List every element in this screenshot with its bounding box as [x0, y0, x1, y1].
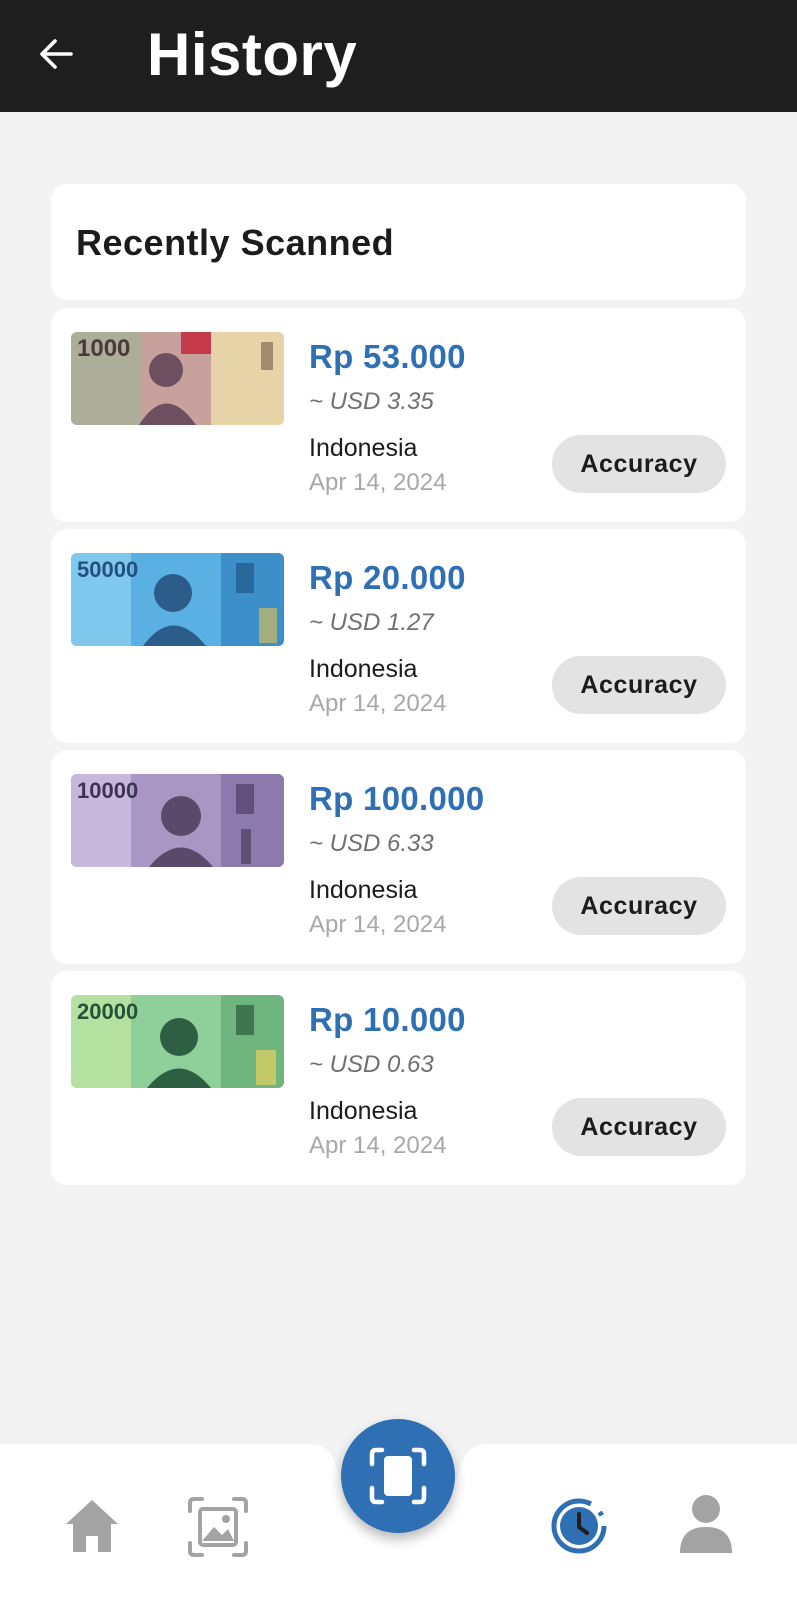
profile-icon	[680, 1495, 732, 1553]
scan-date: Apr 14, 2024	[309, 469, 447, 496]
note-denomination: 10000	[77, 778, 138, 803]
scan-date: Apr 14, 2024	[309, 690, 447, 717]
nav-gallery[interactable]	[185, 1494, 251, 1560]
banknote-image: 20000	[71, 995, 284, 1088]
note-denomination: 1000	[77, 335, 130, 362]
usd-amount: ~ USD 0.63	[309, 1051, 434, 1078]
scan-icon	[369, 1447, 427, 1505]
country-label: Indonesia	[309, 434, 418, 462]
history-item[interactable]: 1000 Rp 53.000 ~ USD 3.35 Indonesia Apr …	[51, 308, 746, 522]
converted-amount: Rp 20.000	[309, 559, 466, 596]
note-denomination: 20000	[77, 999, 138, 1024]
accuracy-button[interactable]: Accuracy	[552, 877, 726, 935]
back-button[interactable]	[34, 32, 78, 76]
accuracy-button[interactable]: Accuracy	[552, 435, 726, 493]
converted-amount: Rp 10.000	[309, 1001, 466, 1038]
history-item[interactable]: 20000 Rp 10.000 ~ USD 0.63 Indonesia Apr…	[51, 971, 746, 1185]
usd-amount: ~ USD 6.33	[309, 830, 434, 857]
history-icon	[551, 1498, 607, 1554]
scan-date: Apr 14, 2024	[309, 911, 447, 938]
scan-button[interactable]	[341, 1419, 455, 1533]
nav-history[interactable]	[547, 1494, 611, 1558]
country-label: Indonesia	[309, 876, 418, 904]
usd-amount: ~ USD 3.35	[309, 388, 434, 415]
banknote-image: 50000	[71, 553, 284, 646]
arrow-left-icon	[40, 39, 73, 69]
home-icon	[66, 1500, 118, 1552]
banknote-image: 10000	[71, 774, 284, 867]
accuracy-button[interactable]: Accuracy	[552, 656, 726, 714]
section-title: Recently Scanned	[76, 222, 395, 263]
converted-amount: Rp 53.000	[309, 338, 466, 375]
history-item[interactable]: 10000 Rp 100.000 ~ USD 6.33 Indonesia Ap…	[51, 750, 746, 964]
banknote-image: 1000	[71, 332, 284, 425]
history-item[interactable]: 50000 Rp 20.000 ~ USD 1.27 Indonesia Apr…	[51, 529, 746, 743]
scan-date: Apr 14, 2024	[309, 1132, 447, 1159]
gallery-icon	[188, 1497, 248, 1557]
usd-amount: ~ USD 1.27	[309, 609, 434, 636]
note-denomination: 50000	[77, 557, 138, 582]
section-header-card: Recently Scanned	[51, 184, 746, 300]
app-header: History	[0, 0, 797, 112]
country-label: Indonesia	[309, 655, 418, 683]
accuracy-button[interactable]: Accuracy	[552, 1098, 726, 1156]
nav-home[interactable]	[60, 1494, 124, 1558]
nav-profile[interactable]	[676, 1492, 736, 1556]
converted-amount: Rp 100.000	[309, 780, 485, 817]
page-title: History	[147, 21, 358, 88]
country-label: Indonesia	[309, 1097, 418, 1125]
